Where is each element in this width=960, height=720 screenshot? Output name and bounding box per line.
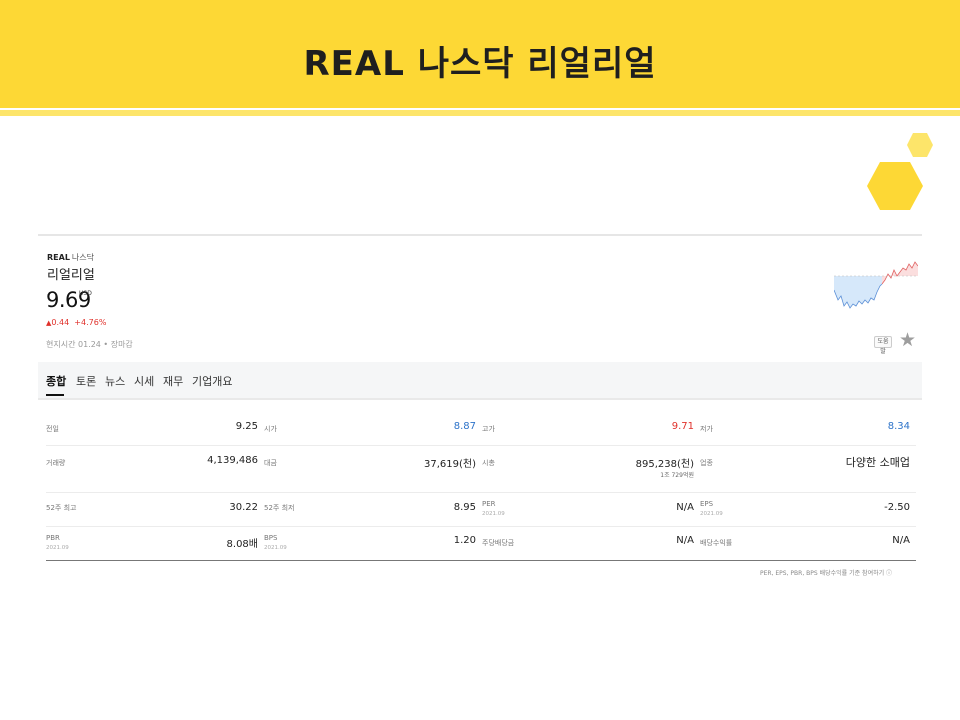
tab-summary[interactable]: 종합	[46, 373, 66, 389]
stat-eps: EPS 2021.09 -2.50	[700, 493, 916, 526]
small-hexagon-decoration	[907, 133, 933, 157]
stat-open: 시가 8.87	[264, 414, 482, 445]
stat-label: PBR	[46, 534, 60, 542]
stat-value: 895,238(천)	[635, 459, 694, 470]
stat-value: 8.87	[453, 421, 476, 432]
change-percent: +4.76%	[74, 318, 107, 327]
stat-label: 시총	[482, 459, 495, 467]
stat-value: -2.50	[884, 502, 910, 513]
stat-label: 주당배당금	[482, 539, 515, 547]
stat-market-cap: 시총 895,238(천) 1조 729억원	[482, 446, 700, 492]
stat-sub-date: 2021.09	[264, 545, 287, 551]
price-currency: USD	[79, 290, 92, 297]
stat-prev-close: 전일 9.25	[46, 414, 264, 445]
stat-pbr: PBR 2021.09 8.08배	[46, 527, 264, 560]
stat-value: N/A	[892, 535, 910, 546]
market-status: 장마감	[110, 340, 133, 349]
star-icon[interactable]: ★	[899, 330, 916, 350]
stat-value: 8.08배	[226, 539, 258, 550]
stat-label: 대금	[264, 459, 277, 467]
stat-value-sub: 1조 729억원	[660, 472, 694, 479]
tab-quotes[interactable]: 시세	[134, 373, 154, 389]
stat-sub-date: 2021.09	[700, 511, 723, 517]
stat-label: 52주 최저	[264, 504, 295, 512]
ticker-symbol: REAL	[47, 253, 70, 262]
tab-financials[interactable]: 재무	[163, 373, 183, 389]
change-amount: 0.44	[51, 318, 70, 327]
table-row: PBR 2021.09 8.08배 BPS 2021.09 1.20 주당배당금…	[46, 527, 916, 561]
market-time-info: 현지시간 01.24 • 장마감	[46, 340, 133, 349]
stat-value: 1.20	[453, 535, 476, 546]
tab-news[interactable]: 뉴스	[105, 373, 125, 389]
tab-bar-divider	[38, 398, 922, 400]
banner-divider	[0, 110, 960, 116]
active-tab-underline	[46, 394, 64, 396]
stat-value: 4,139,486	[207, 455, 258, 466]
slide-title: REAL 나스닥 리얼리얼	[303, 44, 657, 84]
stat-sub-date: 2021.09	[482, 511, 505, 517]
stat-sub-date: 2021.09	[46, 545, 69, 551]
stat-high: 고가 9.71	[482, 414, 700, 445]
ticker-line: REAL 나스닥	[47, 252, 94, 263]
stat-dividend-per-share: 주당배당금 N/A	[482, 527, 700, 560]
tab-company-overview[interactable]: 기업개요	[192, 373, 232, 389]
exchange-name: 나스닥	[71, 253, 95, 262]
tab-bar: 종합 토론 뉴스 시세 재무 기업개요	[38, 362, 922, 398]
chart-help-button[interactable]: 도움말	[874, 336, 892, 355]
stat-value: 8.34	[887, 421, 910, 432]
stat-label: 거래량	[46, 459, 66, 467]
stat-label: 시가	[264, 425, 277, 433]
stat-value[interactable]: 다양한 소매업	[846, 454, 910, 470]
stock-stats-table: 전일 9.25 시가 8.87 고가 9.71 저가 8.34 거래량 4,13…	[46, 414, 916, 561]
stat-label: 전일	[46, 425, 59, 433]
stat-value: N/A	[676, 502, 694, 513]
stock-screenshot-panel: REAL 나스닥 리얼리얼 9.69 USD ▲0.44 +4.76% 현지시간 …	[38, 234, 922, 586]
stat-label: 52주 최고	[46, 504, 77, 512]
stat-trading-value: 대금 37,619(천)	[264, 446, 482, 492]
stat-label: 배당수익률	[700, 539, 733, 547]
stat-industry: 업종 다양한 소매업	[700, 446, 916, 492]
stat-label: 저가	[700, 425, 713, 433]
stat-value: N/A	[676, 535, 694, 546]
table-row: 52주 최고 30.22 52주 최저 8.95 PER 2021.09 N/A…	[46, 493, 916, 527]
table-row: 거래량 4,139,486 대금 37,619(천) 시총 895,238(천)…	[46, 446, 916, 493]
ratio-footnote-link[interactable]: PER, EPS, PBR, BPS 배당수익률 기준 참여하기 ⓘ	[760, 568, 892, 577]
stat-value: 30.22	[229, 502, 258, 513]
stat-label: 업종	[700, 459, 713, 467]
table-row: 전일 9.25 시가 8.87 고가 9.71 저가 8.34	[46, 414, 916, 446]
stock-name: 리얼리얼	[47, 268, 95, 283]
stat-value: 9.25	[235, 421, 258, 432]
stat-52w-low: 52주 최저 8.95	[264, 493, 482, 526]
stat-label: 고가	[482, 425, 495, 433]
stat-52w-high: 52주 최고 30.22	[46, 493, 264, 526]
panel-top-border	[38, 234, 922, 236]
price-change: ▲0.44 +4.76%	[46, 318, 106, 327]
stat-label: EPS	[700, 500, 714, 508]
stat-per: PER 2021.09 N/A	[482, 493, 700, 526]
stat-low: 저가 8.34	[700, 414, 916, 445]
stat-label: PER	[482, 500, 496, 508]
stat-dividend-yield: 배당수익률 N/A	[700, 527, 916, 560]
local-time: 현지시간 01.24	[46, 340, 101, 349]
stat-value: 8.95	[453, 502, 476, 513]
stat-label: BPS	[264, 534, 278, 542]
stat-bps: BPS 2021.09 1.20	[264, 527, 482, 560]
intraday-sparkline	[834, 261, 918, 309]
stat-value: 9.71	[671, 421, 694, 432]
large-hexagon-decoration	[867, 162, 923, 210]
stat-volume: 거래량 4,139,486	[46, 446, 264, 492]
tab-discussion[interactable]: 토론	[76, 373, 96, 389]
stat-value: 37,619(천)	[424, 459, 476, 470]
